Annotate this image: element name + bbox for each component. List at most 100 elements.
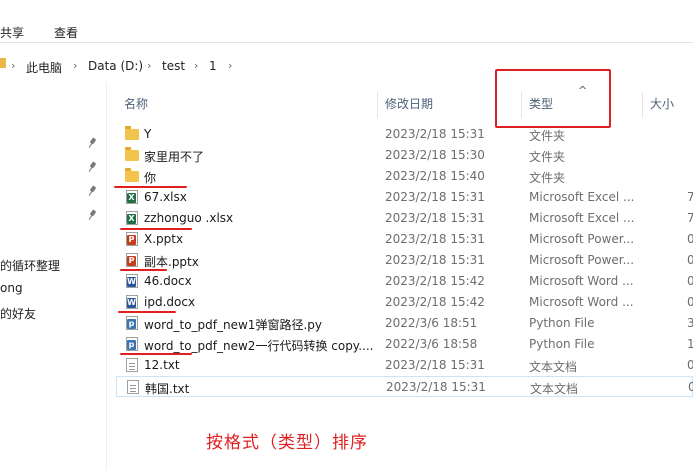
word-icon: W [126,295,138,309]
file-name: 韩国.txt [145,382,190,396]
file-date: 2023/2/18 15:31 [385,253,485,267]
file-date: 2023/2/18 15:31 [385,127,485,141]
folder-icon [125,126,139,140]
pin-icon[interactable] [88,210,98,220]
ribbon: 共享 查看 [0,0,693,43]
tab-view[interactable]: 查看 [54,24,78,41]
pin-icon[interactable] [88,138,98,148]
file-type: 文件夹 [529,129,566,143]
file-row[interactable]: W 46.docx 2023/2/18 15:42 Microsoft Word… [116,271,693,292]
breadcrumb-1[interactable]: 1 [209,59,217,73]
file-size: 7 [687,190,693,204]
annotation-text: 按格式（类型）排序 [206,433,368,453]
navigation-pane: 的循环整理 ong 的好友 [0,82,106,470]
excel-icon: X [126,190,138,204]
column-header-size[interactable]: 大小 [650,95,674,112]
file-size: 0 [687,253,693,267]
tab-share[interactable]: 共享 [0,24,24,41]
powerpoint-icon: P [126,253,138,267]
column-header-name[interactable]: 名称 [124,95,148,112]
file-date: 2023/2/18 15:42 [385,274,485,288]
file-size: 3 [687,316,693,330]
folder-icon [125,168,139,182]
file-type: Microsoft Word ... [529,295,634,309]
file-name: 副本.pptx [144,255,199,269]
breadcrumb-this-pc[interactable]: 此电脑 [26,59,62,76]
column-header-date[interactable]: 修改日期 [385,95,433,112]
file-type: 文本文档 [529,360,578,374]
underline-mark [118,311,176,313]
file-name: word_to_pdf_new1弹窗路径.py [144,318,322,332]
python-icon: p [126,316,138,330]
nav-item[interactable]: 的好友 [0,305,36,322]
file-date: 2023/2/18 15:40 [385,169,485,183]
text-file-icon [126,358,138,372]
file-size: 0 [687,295,693,309]
file-date: 2022/3/6 18:58 [385,337,478,351]
chevron-right-icon: › [194,59,199,72]
highlight-box [495,69,611,128]
file-row[interactable]: P X.pptx 2023/2/18 15:31 Microsoft Power… [116,229,693,250]
file-row[interactable]: 家里用不了 2023/2/18 15:30 文件夹 [116,145,693,166]
column-divider[interactable] [377,92,378,118]
file-type: Microsoft Power... [529,232,635,246]
folder-icon [0,58,6,68]
chevron-right-icon: › [11,59,16,72]
file-name: 家里用不了 [144,150,205,164]
file-size: 1 [687,337,693,351]
pane-divider [106,82,107,470]
text-file-icon [127,380,139,394]
file-row[interactable]: P 副本.pptx 2023/2/18 15:31 Microsoft Powe… [116,250,693,271]
file-row[interactable]: X zzhonguo .xlsx 2023/2/18 15:31 Microso… [116,208,693,229]
file-row[interactable]: X 67.xlsx 2023/2/18 15:31 Microsoft Exce… [116,187,693,208]
python-icon: p [126,337,138,351]
file-name: Y [144,127,152,141]
file-type: 文本文档 [530,382,579,396]
file-size: 0 [688,380,693,394]
file-row[interactable]: 韩国.txt 2023/2/18 15:31 文本文档 0 [116,376,693,397]
file-date: 2023/2/18 15:31 [386,380,486,394]
file-date: 2023/2/18 15:42 [385,295,485,309]
chevron-right-icon: › [147,59,152,72]
file-size: 0 [687,358,693,372]
breadcrumb-drive[interactable]: Data (D:) [88,59,143,73]
chevron-right-icon: › [228,59,233,72]
breadcrumb-test[interactable]: test [162,59,185,73]
column-divider[interactable] [642,92,643,118]
file-date: 2022/3/6 18:51 [385,316,478,330]
file-size: 0 [687,232,693,246]
file-type: Python File [529,316,595,330]
file-date: 2023/2/18 15:31 [385,190,485,204]
excel-icon: X [126,211,138,225]
file-type: 文件夹 [529,150,566,164]
powerpoint-icon: P [126,232,138,246]
file-name: 你 [144,171,157,185]
file-date: 2023/2/18 15:31 [385,211,485,225]
file-row[interactable]: W ipd.docx 2023/2/18 15:42 Microsoft Wor… [116,292,693,313]
file-name: X.pptx [144,232,184,246]
file-name: ipd.docx [144,295,196,309]
file-date: 2023/2/18 15:30 [385,148,485,162]
file-date: 2023/2/18 15:31 [385,232,485,246]
file-type: Microsoft Word ... [529,274,634,288]
underline-mark [120,353,192,355]
file-size: 7 [687,211,693,225]
chevron-right-icon: › [73,59,78,72]
nav-item[interactable]: 的循环整理 [0,257,60,274]
file-name: word_to_pdf_new2一行代码转换 copy.... [144,339,374,353]
nav-item[interactable]: ong [0,281,23,295]
underline-mark [114,186,187,188]
file-row[interactable]: 12.txt 2023/2/18 15:31 文本文档 0 [116,355,693,376]
file-size: 0 [687,274,693,288]
pin-icon[interactable] [88,162,98,172]
file-name: zzhonguo .xlsx [144,211,234,225]
file-name: 46.docx [144,274,192,288]
file-row[interactable]: p word_to_pdf_new1弹窗路径.py 2022/3/6 18:51… [116,313,693,334]
file-row[interactable]: p word_to_pdf_new2一行代码转换 copy.... 2022/3… [116,334,693,355]
file-row[interactable]: 你 2023/2/18 15:40 文件夹 [116,166,693,187]
pin-icon[interactable] [88,186,98,196]
word-icon: W [126,274,138,288]
file-type: Python File [529,337,595,351]
file-name: 67.xlsx [144,190,187,204]
file-type: Microsoft Excel ... [529,190,635,204]
